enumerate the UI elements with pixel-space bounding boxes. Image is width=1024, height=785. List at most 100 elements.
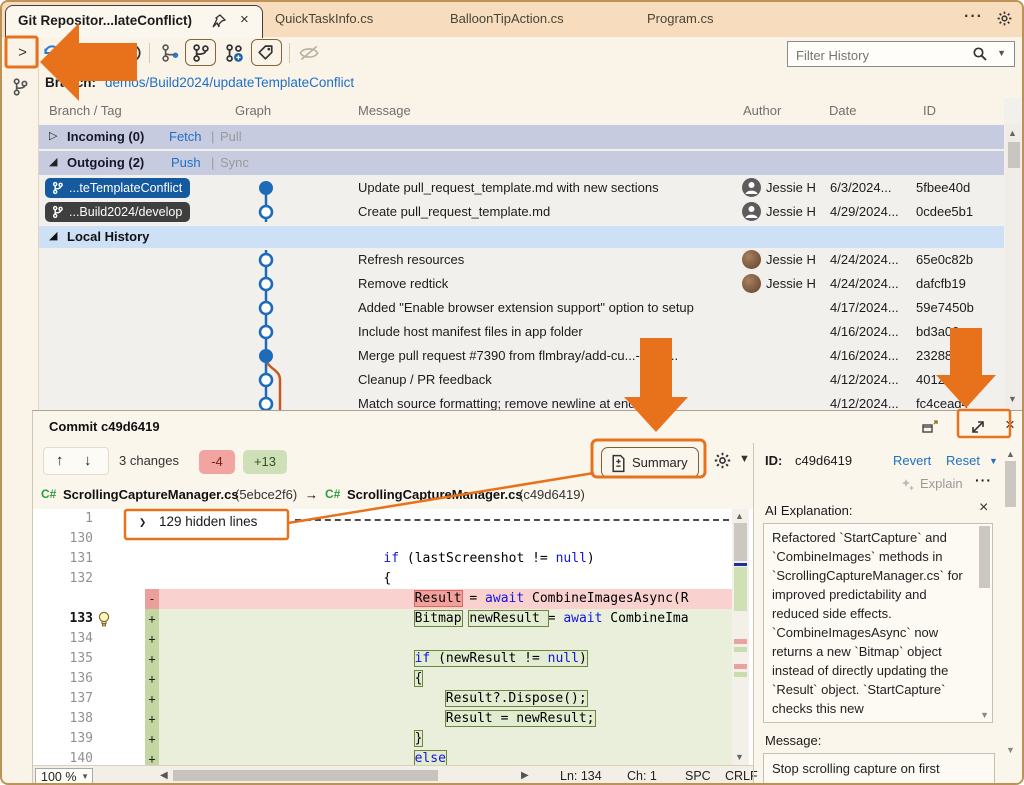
commit-row[interactable]: Merge pull request #7390 from flmbray/ad…	[39, 344, 1004, 368]
collapsed-region-line	[295, 519, 729, 521]
col-id: ID	[923, 103, 936, 118]
scroll-up-icon[interactable]: ▲	[735, 511, 744, 521]
tab-quicktaskinfo[interactable]: QuickTaskInfo.cs	[275, 11, 373, 26]
branch-pill[interactable]: ...Build2024/develop	[45, 202, 191, 222]
commit-message: Refresh resources	[358, 252, 465, 267]
status-spaces[interactable]: SPC	[685, 769, 711, 783]
dock-icon[interactable]	[921, 418, 939, 439]
commit-row[interactable]: Refresh resources Jessie H 4/24/2024... 65e…	[39, 248, 1004, 272]
expand-triangle-icon[interactable]: ◢	[49, 229, 57, 242]
hide-merges-eye-off-icon[interactable]	[297, 42, 321, 69]
fetch-link[interactable]: Fetch	[169, 129, 202, 144]
history-scrollbar[interactable]: ▲ ▼	[1005, 124, 1022, 410]
avatar	[742, 274, 761, 293]
commit-id: 59e7450b	[916, 300, 974, 315]
scroll-down-icon[interactable]: ▼	[1008, 394, 1017, 404]
remote-branches-icon[interactable]	[223, 42, 245, 69]
compare-branches-icon[interactable]	[159, 42, 181, 69]
current-branch-link[interactable]: demos/Build2024/updateTemplateConflict	[105, 75, 354, 90]
push-link[interactable]: Push	[171, 155, 201, 170]
git-graph-icon[interactable]	[11, 77, 29, 102]
commit-row[interactable]: ...teTemplateConflict Update pull_request…	[39, 176, 1004, 200]
show-branches-button[interactable]	[185, 39, 216, 66]
diff-scrollbar[interactable]: ▲ ▼	[732, 509, 749, 765]
commit-message: Cleanup / PR feedback	[358, 372, 492, 387]
scroll-up-icon[interactable]: ▲	[1008, 128, 1017, 138]
scroll-mark	[734, 567, 747, 611]
local-history-section[interactable]: ◢ Local History	[39, 226, 1004, 248]
commit-row[interactable]: Added "Enable browser extension support"…	[39, 296, 1004, 320]
ai-explanation-box: Refactored `StartCapture` and `CombineIm…	[763, 523, 993, 723]
tab-balloontipaction[interactable]: BalloonTipAction.cs	[450, 11, 564, 26]
scroll-down-icon[interactable]: ▼	[980, 710, 989, 720]
explain-button[interactable]: Explain	[920, 476, 963, 491]
hscroll-thumb[interactable]	[173, 770, 438, 781]
commit-row[interactable]: Include host manifest files in app folde…	[39, 320, 1004, 344]
next-change-icon[interactable]: ↓	[84, 452, 92, 469]
close-panel-icon[interactable]: ×	[1005, 415, 1015, 435]
scroll-thumb[interactable]	[979, 526, 990, 588]
sync-link[interactable]: Sync	[220, 155, 249, 170]
branch-label: Branch:	[45, 75, 97, 90]
fetch-speedometer-icon[interactable]	[121, 42, 143, 69]
commit-row[interactable]: ...Build2024/develop Create pull_request_…	[39, 200, 1004, 224]
ai-explanation-text: Refactored `StartCapture` and `CombineIm…	[772, 530, 963, 716]
search-options-caret-icon[interactable]: ▼	[997, 48, 1006, 58]
more-actions-icon[interactable]: ···	[975, 472, 992, 488]
scroll-thumb[interactable]	[1008, 142, 1020, 168]
details-scrollbar[interactable]: ▲ ▼	[1003, 449, 1019, 779]
reset-caret-icon[interactable]: ▼	[989, 456, 998, 466]
branch-pill[interactable]: ...teTemplateConflict	[45, 178, 191, 198]
editor-status-bar: 100 % ▼ ◀ ▶ Ln: 134 Ch: 1 SPC CRLF	[33, 765, 758, 783]
expand-panel-icon[interactable]	[969, 418, 987, 441]
diff-editor[interactable]: 1 ❯ 129 hidden lines 130 131 if (lastScreensh…	[33, 509, 753, 765]
diff-settings-gear-icon[interactable]	[713, 451, 732, 475]
hscroll-left-icon[interactable]: ◀	[160, 770, 168, 781]
zoom-select[interactable]: 100 % ▼	[35, 768, 93, 783]
expand-triangle-icon[interactable]: ◢	[49, 155, 57, 168]
history-toolbar: ▼	[39, 37, 1022, 70]
pull-link[interactable]: Pull	[220, 129, 242, 144]
scroll-down-icon[interactable]: ▼	[735, 752, 744, 762]
scroll-thumb[interactable]	[1005, 461, 1016, 507]
commit-id: 65e0c82b	[916, 252, 974, 267]
file-old-name: ScrollingCaptureManager.cs	[63, 487, 239, 502]
incoming-section[interactable]: ▷ Incoming (0) Fetch | Pull	[39, 125, 1004, 149]
commit-message-text: Stop scrolling capture on first combine …	[772, 761, 940, 783]
diff-line: 139 +}	[33, 729, 732, 749]
search-icon[interactable]	[972, 46, 988, 67]
ai-close-icon[interactable]: ×	[979, 499, 988, 517]
diff-options-chevron-icon[interactable]: ▼	[739, 453, 750, 465]
hscroll-right-icon[interactable]: ▶	[521, 770, 529, 781]
show-tags-button[interactable]	[251, 39, 282, 66]
reset-link[interactable]: Reset	[946, 453, 980, 468]
commit-row[interactable]: Cleanup / PR feedback 4/12/2024... 401283	[39, 368, 1004, 392]
tab-close-icon[interactable]: ×	[240, 11, 249, 28]
col-date: Date	[829, 103, 857, 118]
summary-button[interactable]: Summary	[601, 447, 699, 478]
status-line: Ln: 134	[560, 769, 602, 783]
settings-gear-icon[interactable]	[996, 10, 1013, 32]
scroll-up-icon[interactable]: ▲	[1006, 449, 1015, 459]
scroll-thumb[interactable]	[734, 523, 747, 561]
revert-link[interactable]: Revert	[893, 453, 931, 468]
commit-message: Merge pull request #7390 from flmbray/ad…	[358, 348, 679, 363]
scroll-down-icon[interactable]: ▼	[1006, 745, 1015, 755]
added-marker: +	[145, 749, 159, 765]
collapse-triangle-icon[interactable]: ▷	[49, 129, 57, 142]
added-marker: +	[145, 729, 159, 749]
tab-git-repository[interactable]: Git Repositor...lateConflict) ×	[5, 5, 263, 38]
commit-row[interactable]: Remove redtick Jessie H 4/24/2024... dafcfb…	[39, 272, 1004, 296]
outgoing-section[interactable]: ◢ Outgoing (2) Push | Sync	[39, 151, 1004, 175]
code-text: {	[413, 670, 424, 687]
added-marker: +	[145, 689, 159, 709]
filter-history-input[interactable]	[794, 44, 973, 66]
commit-message: Create pull_request_template.md	[358, 204, 551, 219]
pin-icon[interactable]	[212, 14, 227, 33]
tab-program[interactable]: Program.cs	[647, 11, 713, 26]
diff-line: 134 +	[33, 629, 732, 649]
refresh-icon[interactable]	[41, 42, 63, 69]
prev-change-icon[interactable]: ↑	[56, 452, 64, 469]
expand-rail-button[interactable]: >	[8, 39, 37, 68]
tab-overflow-icon[interactable]: ···	[964, 8, 983, 26]
